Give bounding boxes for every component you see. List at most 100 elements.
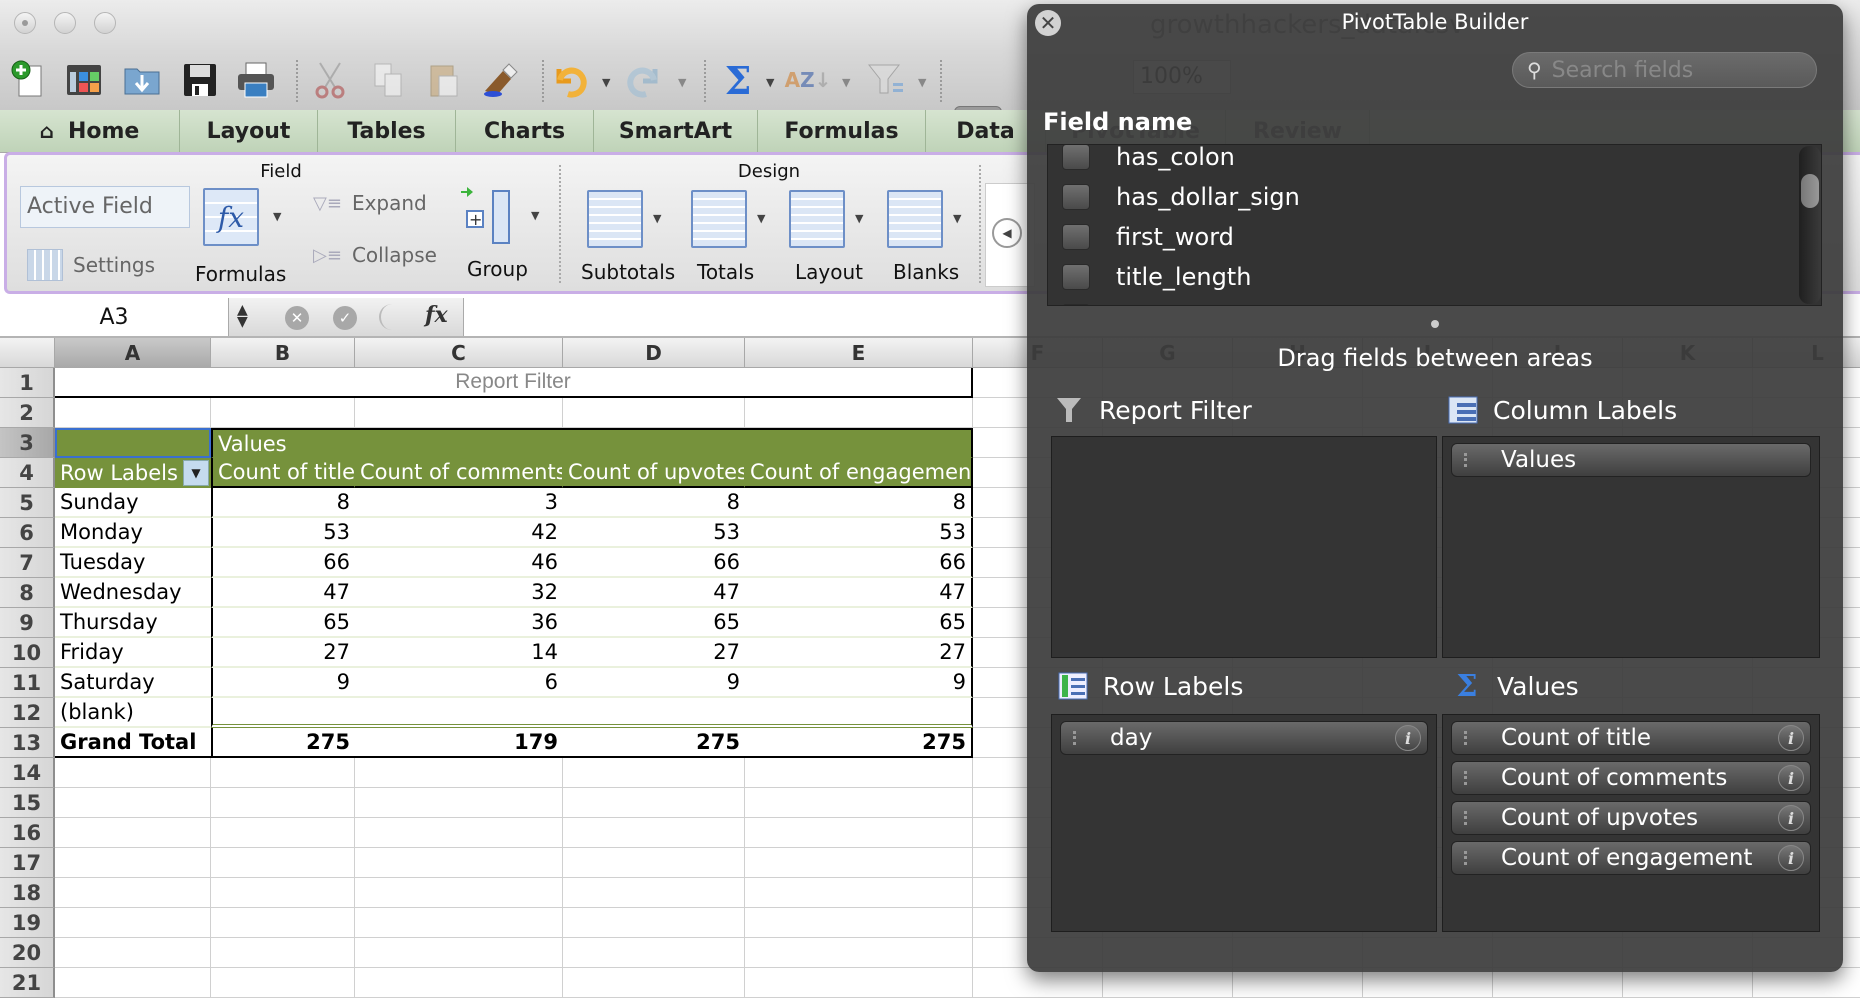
cell[interactable] <box>745 818 973 848</box>
paste-icon[interactable] <box>424 60 464 100</box>
value-header-cell[interactable]: Count of upvotes <box>563 458 745 488</box>
print-icon[interactable] <box>236 60 276 100</box>
row-header-17[interactable]: 17 <box>0 848 55 878</box>
cell[interactable] <box>55 788 211 818</box>
row-label-cell[interactable]: Tuesday <box>55 548 211 578</box>
cell[interactable] <box>355 398 563 428</box>
cell[interactable] <box>745 968 973 998</box>
grand-total-cell[interactable]: 179 <box>355 728 563 758</box>
tab-home[interactable]: ⌂ Home <box>0 110 180 152</box>
row-header-6[interactable]: 6 <box>0 518 55 548</box>
values-area[interactable]: Count of title i Count of comments i Count… <box>1442 714 1820 932</box>
active-field-input[interactable]: Active Field <box>20 186 190 228</box>
sort-dropdown[interactable]: ▼ <box>842 76 850 89</box>
row-label-cell[interactable]: Sunday <box>55 488 211 518</box>
value-cell[interactable]: 65 <box>563 608 745 638</box>
values-item-count-of-engagement[interactable]: Count of engagement i <box>1451 841 1811 875</box>
row-label-cell[interactable]: Wednesday <box>55 578 211 608</box>
field-checkbox[interactable] <box>1062 224 1090 250</box>
column-header-a[interactable]: A <box>55 338 211 368</box>
values-item-count-of-comments[interactable]: Count of comments i <box>1451 761 1811 795</box>
function-wizard-icon[interactable] <box>379 304 411 330</box>
undo-icon[interactable] <box>550 60 590 100</box>
cell[interactable] <box>55 848 211 878</box>
report-filter-area[interactable] <box>1051 436 1437 658</box>
row-header-15[interactable]: 15 <box>0 788 55 818</box>
cell[interactable] <box>745 938 973 968</box>
cell[interactable] <box>563 758 745 788</box>
value-cell[interactable]: 47 <box>563 578 745 608</box>
cell[interactable] <box>355 818 563 848</box>
autosum-dropdown[interactable]: ▼ <box>766 76 774 89</box>
cell[interactable] <box>211 848 355 878</box>
row-header-4[interactable]: 4 <box>0 458 55 488</box>
formulas-button[interactable]: fx ▼ Formulas <box>195 188 286 286</box>
cell[interactable] <box>1493 968 1623 998</box>
value-cell[interactable]: 47 <box>745 578 973 608</box>
column-header-c[interactable]: C <box>355 338 563 368</box>
resize-handle[interactable] <box>1431 320 1439 328</box>
zoom-window-button[interactable] <box>94 12 116 34</box>
value-cell[interactable]: 27 <box>745 638 973 668</box>
value-cell[interactable] <box>355 698 563 728</box>
value-cell[interactable]: 66 <box>745 548 973 578</box>
cell[interactable] <box>1623 968 1753 998</box>
cell[interactable] <box>1753 968 1860 998</box>
cell[interactable] <box>355 878 563 908</box>
name-box-stepper[interactable]: ▲ ▼ <box>237 303 248 329</box>
cell[interactable] <box>745 908 973 938</box>
save-icon[interactable] <box>180 60 220 100</box>
cell[interactable] <box>211 938 355 968</box>
field-list-scrollbar[interactable] <box>1799 146 1821 304</box>
tab-formulas[interactable]: Formulas <box>758 110 926 152</box>
field-item-has-colon[interactable]: has_colon <box>1048 145 1235 177</box>
field-checkbox[interactable] <box>1062 264 1090 290</box>
value-cell[interactable]: 8 <box>211 488 355 518</box>
enter-formula-icon[interactable]: ✓ <box>333 306 357 330</box>
info-icon[interactable]: i <box>1778 805 1804 831</box>
cell[interactable] <box>563 968 745 998</box>
cell[interactable] <box>211 758 355 788</box>
subtotals-button[interactable]: ▼ Subtotals <box>581 190 675 284</box>
cell[interactable] <box>55 968 211 998</box>
cell[interactable] <box>355 848 563 878</box>
cut-icon[interactable] <box>310 60 350 100</box>
cell[interactable] <box>563 908 745 938</box>
values-item-count-of-title[interactable]: Count of title i <box>1451 721 1811 755</box>
cell[interactable] <box>355 758 563 788</box>
pivot-corner-cell[interactable] <box>55 428 211 458</box>
row-header-7[interactable]: 7 <box>0 548 55 578</box>
row-labels-filter-dropdown[interactable]: ▼ <box>183 460 209 486</box>
field-checkbox[interactable] <box>1062 304 1090 305</box>
cell[interactable] <box>745 758 973 788</box>
value-cell[interactable]: 65 <box>745 608 973 638</box>
value-cell[interactable]: 66 <box>563 548 745 578</box>
cell[interactable] <box>745 398 973 428</box>
value-cell[interactable]: 9 <box>745 668 973 698</box>
row-label-cell[interactable]: Monday <box>55 518 211 548</box>
row-header-18[interactable]: 18 <box>0 878 55 908</box>
value-header-cell[interactable]: Count of title <box>211 458 355 488</box>
value-cell[interactable]: 66 <box>211 548 355 578</box>
field-name-header[interactable]: Field name <box>1043 108 1192 136</box>
column-labels-area[interactable]: Values <box>1442 436 1820 658</box>
row-header-20[interactable]: 20 <box>0 938 55 968</box>
info-icon[interactable]: i <box>1395 725 1421 751</box>
cancel-formula-icon[interactable]: ✕ <box>285 306 309 330</box>
redo-dropdown[interactable]: ▼ <box>678 76 686 89</box>
value-cell[interactable] <box>745 698 973 728</box>
field-item-first-word[interactable]: first_word <box>1048 217 1234 257</box>
tab-tables[interactable]: Tables <box>318 110 456 152</box>
cell[interactable] <box>355 938 563 968</box>
row-header-9[interactable]: 9 <box>0 608 55 638</box>
value-cell[interactable]: 3 <box>355 488 563 518</box>
column-header-e[interactable]: E <box>745 338 973 368</box>
redo-icon[interactable] <box>624 60 664 100</box>
cell[interactable] <box>563 848 745 878</box>
value-cell[interactable]: 14 <box>355 638 563 668</box>
cell[interactable] <box>211 968 355 998</box>
value-cell[interactable] <box>563 698 745 728</box>
values-header-cell[interactable]: Values <box>211 428 973 458</box>
cell[interactable] <box>355 968 563 998</box>
cell[interactable] <box>55 398 211 428</box>
